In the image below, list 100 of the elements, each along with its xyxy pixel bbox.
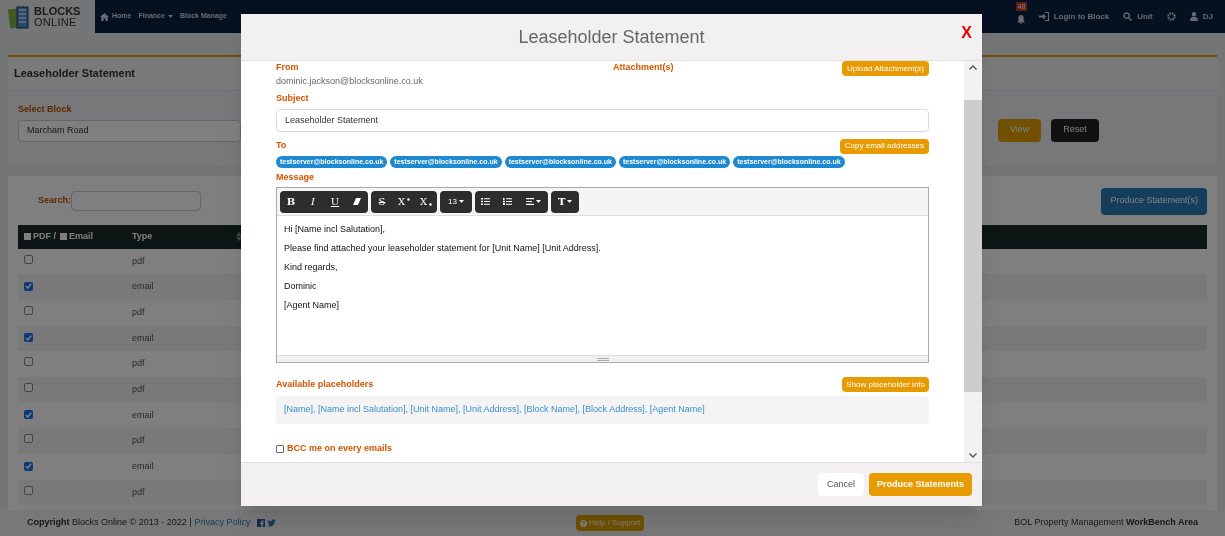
search-icon [1123, 12, 1133, 21]
cancel-button[interactable]: Cancel [817, 473, 864, 496]
message-line: Please find attached your leaseholder statement for [Unit Name] [Unit Address]. [284, 242, 602, 254]
checkbox[interactable] [24, 281, 33, 291]
message-line: Kind regards, [284, 261, 339, 273]
resize-handle-icon [596, 357, 609, 361]
eraser-icon [353, 198, 361, 205]
check-icon [25, 463, 32, 470]
copyright-text: Copyright Blocks Online © 2013 - 2022 | [27, 516, 192, 530]
message-line: Dominic [284, 280, 318, 292]
check-icon [25, 283, 32, 290]
subject-field[interactable]: Leaseholder Statement [276, 108, 929, 132]
caret-icon [535, 200, 541, 203]
privacy-policy-link[interactable]: Privacy Policy [194, 516, 251, 530]
produce-statements-button[interactable]: Produce Statement(s) [1101, 187, 1207, 215]
nav-link[interactable]: Unit [1123, 10, 1153, 23]
column-header[interactable]: PDF / [33, 229, 56, 244]
field-label: From [276, 61, 300, 74]
twitter-icon [266, 519, 276, 527]
user-icon [1189, 12, 1198, 21]
check-icon [25, 411, 32, 418]
nav-link[interactable]: Login to Block [1038, 10, 1110, 23]
checkbox[interactable] [24, 305, 33, 315]
caret-icon [567, 200, 573, 203]
field-label: To [276, 139, 287, 153]
page-title: Leaseholder Statement [14, 66, 136, 82]
underline-button[interactable]: U [324, 190, 346, 213]
scrollbar-thumb[interactable] [964, 100, 982, 392]
scroll-up-icon [969, 65, 977, 70]
checkbox[interactable] [24, 461, 33, 471]
checkbox[interactable] [24, 333, 33, 343]
home-icon [100, 12, 109, 21]
help-icon [580, 519, 587, 527]
table-cell: email [132, 460, 154, 474]
table-cell: pdf [132, 383, 145, 397]
logo[interactable]: BLOCKS ONLINE [0, 0, 95, 33]
message-editor[interactable]: B I U S X X 13 T Hi [Name incl Salutation], Please find attached your leaseholder statement for [Unit Name] [Unit Address]. Kind regards, Dominic [Agent Name] [276, 187, 929, 363]
scroll-down-icon [969, 453, 977, 458]
facebook-icon [256, 519, 265, 527]
field-label: Select Block [18, 103, 73, 116]
checkbox[interactable] [276, 444, 284, 453]
checkbox[interactable] [24, 383, 33, 393]
checkbox[interactable] [24, 254, 33, 264]
check-icon [25, 334, 32, 341]
table-cell: pdf [132, 357, 145, 371]
checkbox-label: BCC me on every emails [287, 442, 393, 455]
table-cell-text: email [132, 331, 154, 345]
table-cell-text: pdf [132, 305, 145, 319]
table-cell-text: email [132, 408, 154, 422]
field-label: Attachment(s) [613, 61, 674, 74]
checkbox[interactable] [24, 233, 31, 240]
field-label: Subject [276, 92, 310, 105]
italic-button[interactable]: I [302, 190, 324, 213]
search-label: Search: [38, 194, 72, 208]
footer-area-text: BOL Property Management WorkBench Area [1014, 516, 1198, 530]
logo-text: BLOCKS [34, 5, 81, 17]
column-header[interactable]: Type [132, 229, 153, 244]
strike-button[interactable]: S [371, 190, 393, 213]
bell-icon [1016, 15, 1025, 24]
scrollbar[interactable] [964, 61, 982, 462]
nav-link[interactable]: DJ [1189, 10, 1213, 23]
table-cell: pdf [132, 434, 145, 448]
field-label: Message [276, 170, 316, 184]
produce-statements-button[interactable]: Produce Statements [868, 473, 972, 496]
caret-icon [458, 200, 464, 203]
field-label: Available placeholders [276, 377, 374, 391]
modal-title: Leaseholder Statement [518, 25, 705, 49]
align-icon [525, 198, 534, 205]
style-button[interactable]: T [550, 190, 580, 213]
buildings-icon [8, 4, 30, 29]
caret-icon [167, 15, 173, 18]
table-cell-text: pdf [132, 485, 145, 499]
sup-button[interactable]: X [393, 190, 415, 213]
placeholders-list: [Name], [Name incl Salutation], [Unit Name], [Unit Address], [Block Name], [Block Address], [Agent Name] [276, 396, 929, 424]
column-header[interactable]: Email [69, 229, 94, 244]
checkbox[interactable] [60, 233, 67, 240]
upload-attachments-button[interactable]: Upload Attachment(s) [842, 61, 929, 76]
checkbox[interactable] [24, 485, 33, 495]
block-select[interactable]: Marcham Road [18, 119, 241, 142]
search-field[interactable] [71, 191, 202, 211]
settings-icon[interactable] [1166, 12, 1176, 21]
checkbox[interactable] [24, 357, 33, 367]
table-cell-text: pdf [132, 254, 145, 268]
sign-in-icon [1038, 12, 1049, 21]
numbered-list-icon [503, 198, 513, 205]
checkbox[interactable] [24, 410, 33, 420]
reset-button[interactable]: Reset [1051, 118, 1099, 142]
sub-button[interactable]: X [415, 190, 437, 213]
message-line: Hi [Name incl Salutation], [284, 223, 387, 235]
message-line: [Agent Name] [284, 299, 341, 311]
sender-email: dominic.jackson@blocksonline.co.uk [276, 75, 424, 88]
checkbox[interactable] [24, 434, 33, 444]
bold-button[interactable]: B [280, 190, 302, 213]
table-cell: email [132, 280, 154, 294]
logo-text: ONLINE [34, 16, 78, 28]
close-button[interactable]: X [961, 21, 972, 45]
bullet-list-icon [481, 198, 491, 205]
copy-email-addresses-button[interactable]: Copy email addresses [839, 138, 929, 154]
show-placeholder-info-button[interactable]: Show placeholder info [842, 377, 929, 392]
size-button[interactable]: 13 [440, 190, 472, 213]
